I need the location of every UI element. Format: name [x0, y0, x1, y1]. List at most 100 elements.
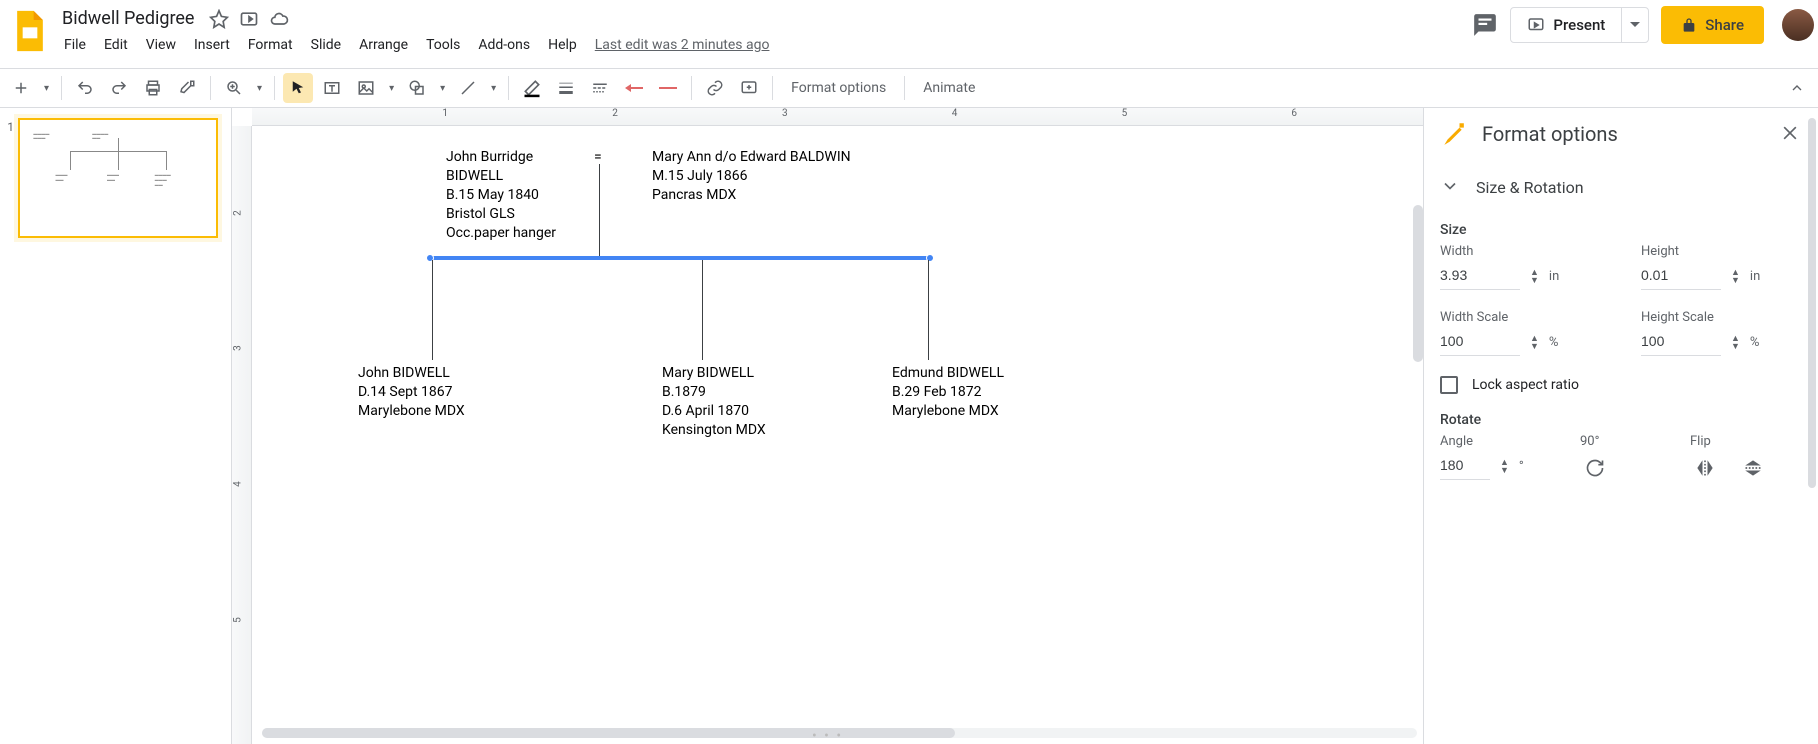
- connector-vertical-top[interactable]: [599, 164, 600, 258]
- image-dropdown[interactable]: ▾: [385, 83, 398, 94]
- chevron-down-icon: [1440, 176, 1462, 198]
- shape-dropdown[interactable]: ▾: [436, 83, 449, 94]
- section-size-rotation[interactable]: Size & Rotation: [1440, 168, 1802, 212]
- canvas[interactable]: 1 2 3 4 5 6 2 3 4 5 John Burridge BIDWEL…: [232, 108, 1423, 744]
- menu-insert[interactable]: Insert: [186, 33, 238, 57]
- format-icon: [1440, 120, 1468, 148]
- slide-page[interactable]: John Burridge BIDWELL B.15 May 1840 Bris…: [272, 126, 1272, 696]
- redo-button[interactable]: [104, 73, 134, 103]
- avatar[interactable]: [1782, 9, 1814, 41]
- app-logo[interactable]: [10, 6, 50, 56]
- print-button[interactable]: [138, 73, 168, 103]
- resize-handle[interactable]: • • •: [812, 728, 843, 744]
- format-options-panel: Format options Size & Rotation Size Widt…: [1423, 108, 1818, 744]
- connector-child-2[interactable]: [702, 260, 703, 360]
- document-title[interactable]: Bidwell Pedigree: [56, 6, 200, 31]
- new-slide-button[interactable]: [6, 73, 36, 103]
- menu-file[interactable]: File: [56, 33, 94, 57]
- menu-tools[interactable]: Tools: [418, 33, 468, 57]
- scrollbar-vertical[interactable]: [1413, 132, 1423, 738]
- share-button[interactable]: Share: [1661, 6, 1764, 44]
- ninety-label: 90°: [1580, 434, 1650, 449]
- line-weight-button[interactable]: [551, 73, 581, 103]
- present-dropdown[interactable]: [1621, 8, 1648, 42]
- flip-label: Flip: [1690, 434, 1802, 449]
- flip-vertical-button[interactable]: [1738, 453, 1768, 483]
- height-input[interactable]: [1641, 263, 1721, 290]
- textbox-child-2[interactable]: Mary BIDWELL B.1879 D.6 April 1870 Kensi…: [662, 364, 842, 440]
- comment-button[interactable]: [734, 73, 764, 103]
- star-icon[interactable]: [208, 8, 230, 30]
- height-scale-input[interactable]: [1641, 329, 1721, 356]
- menu-view[interactable]: View: [138, 33, 184, 57]
- image-tool[interactable]: [351, 73, 381, 103]
- select-tool[interactable]: [283, 73, 313, 103]
- textbox-tool[interactable]: [317, 73, 347, 103]
- menu-arrange[interactable]: Arrange: [351, 33, 416, 57]
- zoom-button[interactable]: [219, 73, 249, 103]
- zoom-dropdown[interactable]: ▾: [253, 83, 266, 94]
- slide-thumbnail[interactable]: ▬▬▬▬▬▬▬ ▬▬▬▬▬▬ ▬▬▬▬▬ ▬▬▬▬▬ ▬▬▬▬▬▬▬▬▬: [18, 118, 218, 238]
- line-start-button[interactable]: [619, 73, 649, 103]
- comments-icon[interactable]: [1472, 12, 1498, 38]
- undo-button[interactable]: [70, 73, 100, 103]
- textbox-child-1[interactable]: John BIDWELL D.14 Sept 1867 Marylebone M…: [358, 364, 538, 421]
- last-edit-text[interactable]: Last edit was 2 minutes ago: [587, 33, 778, 57]
- height-label: Height: [1641, 244, 1802, 259]
- close-sidebar-button[interactable]: [1780, 123, 1802, 145]
- present-button[interactable]: Present: [1511, 8, 1621, 42]
- width-scale-input[interactable]: [1440, 329, 1520, 356]
- angle-input[interactable]: [1440, 453, 1490, 480]
- height-scale-stepper[interactable]: ▲▼: [1731, 335, 1740, 351]
- width-stepper[interactable]: ▲▼: [1530, 269, 1539, 285]
- selected-connector[interactable]: [430, 256, 930, 260]
- menu-help[interactable]: Help: [540, 33, 585, 57]
- cloud-icon[interactable]: [268, 8, 290, 30]
- lock-aspect-row[interactable]: Lock aspect ratio: [1440, 376, 1802, 394]
- slide-number: 1: [0, 118, 14, 734]
- collapse-toolbar-button[interactable]: [1782, 73, 1812, 103]
- textbox-parent-2[interactable]: Mary Ann d/o Edward BALDWIN M.15 July 18…: [652, 148, 902, 205]
- lock-aspect-label: Lock aspect ratio: [1472, 377, 1579, 393]
- new-slide-dropdown[interactable]: ▾: [40, 83, 53, 94]
- width-label: Width: [1440, 244, 1601, 259]
- width-unit: in: [1549, 269, 1559, 284]
- connector-child-3[interactable]: [928, 260, 929, 360]
- angle-stepper[interactable]: ▲▼: [1500, 459, 1509, 475]
- line-tool[interactable]: [453, 73, 483, 103]
- width-scale-stepper[interactable]: ▲▼: [1530, 335, 1539, 351]
- textbox-child-3[interactable]: Edmund BIDWELL B.29 Feb 1872 Marylebone …: [892, 364, 1072, 421]
- link-button[interactable]: [700, 73, 730, 103]
- rotate-header: Rotate: [1440, 412, 1802, 428]
- width-scale-unit: %: [1549, 335, 1559, 350]
- menu-addons[interactable]: Add-ons: [470, 33, 538, 57]
- line-end-button[interactable]: [653, 73, 683, 103]
- flip-horizontal-button[interactable]: [1690, 453, 1720, 483]
- shape-tool[interactable]: [402, 73, 432, 103]
- height-scale-unit: %: [1750, 335, 1760, 350]
- textbox-equals[interactable]: =: [594, 148, 602, 167]
- line-dash-button[interactable]: [585, 73, 615, 103]
- menu-slide[interactable]: Slide: [303, 33, 349, 57]
- angle-unit: °: [1519, 459, 1524, 474]
- textbox-parent-1[interactable]: John Burridge BIDWELL B.15 May 1840 Bris…: [446, 148, 616, 242]
- animate-button[interactable]: Animate: [913, 76, 985, 100]
- connector-child-1[interactable]: [432, 260, 433, 360]
- sidebar-title: Format options: [1482, 122, 1766, 146]
- sidebar-scrollbar[interactable]: [1808, 118, 1816, 734]
- present-label: Present: [1553, 16, 1605, 34]
- ruler-vertical: 2 3 4 5: [232, 126, 252, 744]
- move-icon[interactable]: [238, 8, 260, 30]
- lock-aspect-checkbox[interactable]: [1440, 376, 1458, 394]
- line-dropdown[interactable]: ▾: [487, 83, 500, 94]
- line-color-button[interactable]: [517, 73, 547, 103]
- rotate-90-button[interactable]: [1580, 453, 1610, 483]
- menu-edit[interactable]: Edit: [96, 33, 136, 57]
- height-scale-label: Height Scale: [1641, 310, 1802, 325]
- menu-format[interactable]: Format: [240, 33, 301, 57]
- format-options-button[interactable]: Format options: [781, 76, 896, 100]
- angle-label: Angle: [1440, 434, 1540, 449]
- width-input[interactable]: [1440, 263, 1520, 290]
- height-stepper[interactable]: ▲▼: [1731, 269, 1740, 285]
- paint-format-button[interactable]: [172, 73, 202, 103]
